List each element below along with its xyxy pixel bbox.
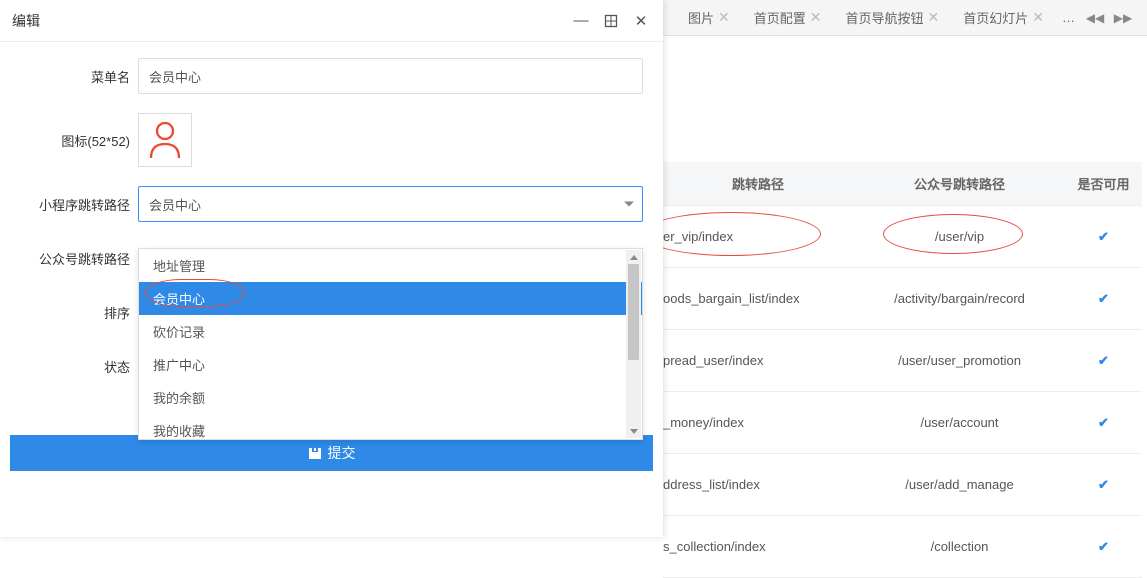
tabs-prev-button[interactable]: ◀◀ <box>1081 4 1109 32</box>
close-button[interactable]: ✕ <box>631 11 651 31</box>
dropdown-scrollbar[interactable] <box>626 250 641 438</box>
cell-available: ✔ <box>1066 539 1141 555</box>
check-icon: ✔ <box>1098 477 1109 492</box>
scroll-thumb[interactable] <box>628 264 639 360</box>
cell-mini-path: s_collection/index <box>663 539 853 554</box>
label-icon: 图标(52*52) <box>10 131 138 150</box>
cell-available: ✔ <box>1066 477 1141 493</box>
edit-modal: 编辑 — ✕ 菜单名 图标(52*52) <box>0 0 663 537</box>
cell-pub-path: /user/user_promotion <box>853 353 1066 368</box>
cell-pub-path: /collection <box>853 539 1066 554</box>
cell-pub-path: /user/vip <box>853 229 1066 244</box>
form-row-menu-name: 菜单名 <box>10 58 653 94</box>
modal-titlebar: 编辑 — ✕ <box>0 0 663 42</box>
mini-path-dropdown: 地址管理 会员中心 砍价记录 推广中心 我的余额 我的收藏 优惠券 <box>138 248 643 440</box>
icon-upload-box[interactable] <box>138 113 192 167</box>
tab-label: 首页导航按钮 <box>846 8 924 27</box>
close-icon[interactable]: ✕ <box>718 9 730 26</box>
tab-label: 图片 <box>688 8 714 27</box>
column-header-available: 是否可用 <box>1066 174 1141 193</box>
dropdown-option[interactable]: 砍价记录 <box>139 315 642 348</box>
table-row: _money/index /user/account ✔ <box>663 392 1142 454</box>
scroll-down-icon[interactable] <box>626 424 641 438</box>
dropdown-option[interactable]: 我的余额 <box>139 381 642 414</box>
cell-available: ✔ <box>1066 229 1141 245</box>
label-pub-path: 公众号跳转路径 <box>10 249 138 268</box>
check-icon: ✔ <box>1098 415 1109 430</box>
modal-title: 编辑 <box>12 11 40 31</box>
tab-overflow: … <box>1056 10 1081 25</box>
cell-available: ✔ <box>1066 291 1141 307</box>
tab-label: 首页配置 <box>754 8 806 27</box>
close-icon[interactable]: ✕ <box>810 9 822 26</box>
column-header-mini-path: 跳转路径 <box>663 174 853 193</box>
table-row: er_vip/index /user/vip ✔ <box>663 206 1142 268</box>
table-row: s_collection/index /collection ✔ <box>663 516 1142 578</box>
user-icon <box>148 120 182 160</box>
cell-available: ✔ <box>1066 353 1141 369</box>
cell-mini-path: pread_user/index <box>663 353 853 368</box>
table-row: oods_bargain_list/index /activity/bargai… <box>663 268 1142 330</box>
submit-button[interactable]: 提交 <box>10 435 653 471</box>
submit-label: 提交 <box>328 443 356 463</box>
label-menu-name: 菜单名 <box>10 67 138 86</box>
menu-name-input[interactable] <box>138 58 643 94</box>
tab-label: 首页幻灯片 <box>963 8 1028 27</box>
cell-mini-path: ddress_list/index <box>663 477 853 492</box>
tab-slides[interactable]: 首页幻灯片 ✕ <box>951 0 1056 36</box>
close-icon[interactable]: ✕ <box>1032 9 1044 26</box>
dropdown-option[interactable]: 地址管理 <box>139 249 642 282</box>
check-icon: ✔ <box>1098 353 1109 368</box>
dropdown-list[interactable]: 地址管理 会员中心 砍价记录 推广中心 我的余额 我的收藏 优惠券 <box>139 249 642 439</box>
cell-mini-path: er_vip/index <box>663 229 853 244</box>
tab-nav-buttons[interactable]: 首页导航按钮 ✕ <box>834 0 952 36</box>
cell-pub-path: /activity/bargain/record <box>853 291 1066 306</box>
dropdown-option[interactable]: 我的收藏 <box>139 414 642 439</box>
chevron-down-icon <box>624 202 634 207</box>
label-mini-path: 小程序跳转路径 <box>10 195 138 214</box>
cell-pub-path: /user/add_manage <box>853 477 1066 492</box>
close-icon[interactable]: ✕ <box>928 9 940 26</box>
check-icon: ✔ <box>1098 229 1109 244</box>
minimize-button[interactable]: — <box>571 11 591 31</box>
table-header: 跳转路径 公众号跳转路径 是否可用 <box>663 162 1142 206</box>
mini-path-select[interactable]: 会员中心 <box>138 186 643 222</box>
select-value: 会员中心 <box>149 195 201 214</box>
check-icon: ✔ <box>1098 539 1109 554</box>
cell-available: ✔ <box>1066 415 1141 431</box>
label-sort: 排序 <box>10 303 138 322</box>
save-icon <box>308 446 322 460</box>
tabs-next-button[interactable]: ▶▶ <box>1109 4 1137 32</box>
column-header-pub-path: 公众号跳转路径 <box>853 174 1066 193</box>
scroll-up-icon[interactable] <box>626 250 641 264</box>
dropdown-option[interactable]: 推广中心 <box>139 348 642 381</box>
form-row-icon: 图标(52*52) <box>10 112 653 168</box>
table-row: pread_user/index /user/user_promotion ✔ <box>663 330 1142 392</box>
table-row: ddress_list/index /user/add_manage ✔ <box>663 454 1142 516</box>
cell-mini-path: _money/index <box>663 415 853 430</box>
modal-window-actions: — ✕ <box>571 11 651 31</box>
dropdown-option-selected[interactable]: 会员中心 <box>139 282 642 315</box>
tab-home-config[interactable]: 首页配置 ✕ <box>742 0 834 36</box>
form-row-mini-path: 小程序跳转路径 会员中心 <box>10 186 653 222</box>
check-icon: ✔ <box>1098 291 1109 306</box>
maximize-button[interactable] <box>601 11 621 31</box>
tab-images[interactable]: 图片 ✕ <box>676 0 742 36</box>
cell-mini-path: oods_bargain_list/index <box>663 291 853 306</box>
table-body: er_vip/index /user/vip ✔ oods_bargain_li… <box>663 206 1142 578</box>
label-status: 状态 <box>10 357 138 376</box>
cell-pub-path: /user/account <box>853 415 1066 430</box>
